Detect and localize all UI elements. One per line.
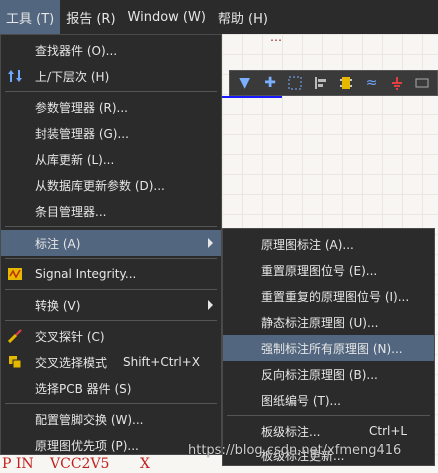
annotation-submenu: 原理图标注 (A)... 重置原理图位号 (E)... 重置重复的原理图位号 (… bbox=[222, 228, 435, 466]
wire-segment bbox=[222, 96, 282, 98]
menu-item-label: 查找器件 (O)... bbox=[35, 43, 118, 58]
select-rect-icon[interactable] bbox=[285, 72, 306, 94]
menu-item-label: 转换 (V) bbox=[35, 298, 81, 313]
menu-item-label: 静态标注原理图 (U)... bbox=[261, 315, 379, 330]
menu-item-label: 配置管脚交换 (W)... bbox=[35, 412, 144, 427]
menu-item-label: 上/下层次 (H) bbox=[35, 69, 110, 84]
menu-item-update-from-library[interactable]: 从库更新 (L)... bbox=[1, 146, 221, 172]
menu-item-update-params-from-db[interactable]: 从数据库更新参数 (D)... bbox=[1, 172, 221, 198]
filter-icon[interactable]: ▼ bbox=[234, 72, 255, 94]
menu-item-cross-probe[interactable]: 交叉探针 (C) bbox=[1, 323, 221, 349]
menu-item-label: 原理图标注 (A)... bbox=[261, 237, 354, 252]
menu-item-item-manager[interactable]: 条目管理器... bbox=[1, 198, 221, 224]
menu-item-label: 交叉探针 (C) bbox=[35, 329, 105, 344]
menu-separator bbox=[227, 415, 430, 416]
menu-tools[interactable]: 工具 (T) bbox=[0, 0, 61, 34]
menu-item-label: 参数管理器 (R)... bbox=[35, 100, 128, 115]
wire-icon[interactable]: ≈ bbox=[361, 72, 382, 94]
cross-select-icon bbox=[7, 354, 23, 370]
tools-menu: 查找器件 (O)... 上/下层次 (H) 参数管理器 (R)... 封装管理器… bbox=[0, 34, 222, 455]
menu-window[interactable]: Window (W) bbox=[122, 0, 212, 34]
menu-item-label: 重置原理图位号 (E)... bbox=[261, 263, 378, 278]
menubar: 工具 (T) 报告 (R) Window (W) 帮助 (H) bbox=[0, 0, 438, 34]
menu-item-cross-select-mode[interactable]: 交叉选择模式 Shift+Ctrl+X bbox=[1, 349, 221, 375]
menu-item-shortcut: Shift+Ctrl+X bbox=[123, 355, 200, 369]
hierarchy-arrows-icon bbox=[7, 68, 23, 84]
menu-separator bbox=[5, 403, 217, 404]
menu-item-label: 反向标注原理图 (B)... bbox=[261, 367, 378, 382]
menu-separator bbox=[5, 289, 217, 290]
menu-item-signal-integrity[interactable]: Signal Integrity... bbox=[1, 261, 221, 287]
menu-item-label: Signal Integrity... bbox=[35, 267, 137, 281]
menu-separator bbox=[5, 91, 217, 92]
sub-item-number-sheets[interactable]: 图纸编号 (T)... bbox=[223, 387, 434, 413]
menu-item-parameter-manager[interactable]: 参数管理器 (R)... bbox=[1, 94, 221, 120]
move-cross-icon[interactable]: ✚ bbox=[259, 72, 280, 94]
menu-item-label: 板级标注... bbox=[261, 424, 321, 439]
menu-item-up-down-hierarchy[interactable]: 上/下层次 (H) bbox=[1, 63, 221, 89]
menu-item-label: 从数据库更新参数 (D)... bbox=[35, 178, 165, 193]
menu-item-label: 从库更新 (L)... bbox=[35, 152, 115, 167]
menu-item-footprint-manager[interactable]: 封装管理器 (G)... bbox=[1, 120, 221, 146]
menu-item-label: 强制标注所有原理图 (N)... bbox=[261, 341, 403, 356]
menu-help[interactable]: 帮助 (H) bbox=[212, 0, 274, 34]
menu-separator bbox=[5, 258, 217, 259]
menu-item-find-component[interactable]: 查找器件 (O)... bbox=[1, 37, 221, 63]
align-icon[interactable] bbox=[310, 72, 331, 94]
menu-item-label: 图纸编号 (T)... bbox=[261, 393, 341, 408]
menu-item-annotation[interactable]: 标注 (A) bbox=[1, 230, 221, 256]
menu-item-configure-pin-swap[interactable]: 配置管脚交换 (W)... bbox=[1, 406, 221, 432]
port-icon[interactable] bbox=[412, 72, 433, 94]
sub-item-reset-duplicate-designators[interactable]: 重置重复的原理图位号 (I)... bbox=[223, 283, 434, 309]
cross-probe-icon bbox=[7, 328, 23, 344]
menu-item-label: 交叉选择模式 bbox=[35, 355, 108, 370]
menu-item-label: 标注 (A) bbox=[35, 236, 81, 251]
sub-item-annotate-schematics[interactable]: 原理图标注 (A)... bbox=[223, 231, 434, 257]
menu-separator bbox=[5, 226, 217, 227]
submenu-arrow-icon bbox=[208, 300, 213, 310]
watermark-text: https://blog.csdn.net/xfmeng416 bbox=[188, 443, 402, 458]
canvas-text-fragment: ⋯ bbox=[270, 33, 282, 47]
menu-separator bbox=[5, 320, 217, 321]
sub-item-back-annotate[interactable]: 反向标注原理图 (B)... bbox=[223, 361, 434, 387]
menu-item-shortcut: Ctrl+L bbox=[369, 424, 408, 438]
menu-item-label: 选择PCB 器件 (S) bbox=[35, 381, 132, 396]
signal-integrity-icon bbox=[7, 266, 23, 282]
menu-item-label: 原理图优先项 (P)... bbox=[35, 438, 139, 453]
sub-item-board-level-annotate[interactable]: 板级标注... Ctrl+L bbox=[223, 418, 434, 444]
menu-item-label: 重置重复的原理图位号 (I)... bbox=[261, 289, 410, 304]
active-bar-toolbar: ▼ ✚ ≈ bbox=[229, 70, 438, 96]
sub-item-annotate-quietly[interactable]: 静态标注原理图 (U)... bbox=[223, 309, 434, 335]
menu-reports[interactable]: 报告 (R) bbox=[60, 0, 121, 34]
sub-item-force-annotate-all[interactable]: 强制标注所有原理图 (N)... bbox=[223, 335, 434, 361]
sub-item-reset-designators[interactable]: 重置原理图位号 (E)... bbox=[223, 257, 434, 283]
menu-item-select-pcb-components[interactable]: 选择PCB 器件 (S) bbox=[1, 375, 221, 401]
power-port-icon[interactable] bbox=[386, 72, 407, 94]
menu-item-label: 条目管理器... bbox=[35, 204, 107, 219]
place-part-icon[interactable] bbox=[336, 72, 357, 94]
menu-item-label: 封装管理器 (G)... bbox=[35, 126, 129, 141]
submenu-arrow-icon bbox=[208, 238, 213, 248]
menu-item-convert[interactable]: 转换 (V) bbox=[1, 292, 221, 318]
